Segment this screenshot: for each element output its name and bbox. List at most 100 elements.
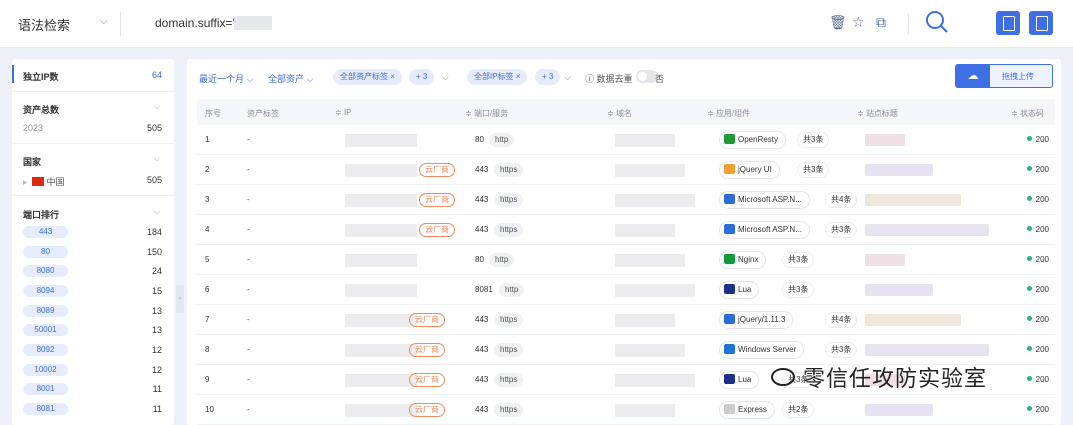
search-icon[interactable]: [924, 9, 950, 35]
app-chip[interactable]: Windows Server: [719, 341, 805, 359]
app-chip[interactable]: Lua: [719, 281, 760, 299]
port-chip[interactable]: 80: [23, 246, 68, 258]
redacted-domain[interactable]: [615, 224, 675, 237]
country-item[interactable]: ▸ 中国: [23, 175, 65, 188]
redacted-domain[interactable]: [615, 134, 675, 147]
port-chip[interactable]: 443: [23, 226, 68, 238]
app-chip[interactable]: jQuery/1.11.3: [719, 311, 794, 329]
table-row[interactable]: 6 - 8081 http Lua 共3条 200: [197, 275, 1055, 305]
table-row[interactable]: 4 - 云厂商 443 https Microsoft ASP.N... 共3条 200: [197, 215, 1055, 245]
row-port[interactable]: 80: [475, 135, 484, 144]
app-chip[interactable]: jQuery UI: [719, 161, 780, 179]
redacted-site-title[interactable]: [865, 254, 905, 266]
asset-tag-filter[interactable]: 全部资产标签 ×: [333, 69, 402, 85]
port-chip[interactable]: 8080: [23, 265, 68, 277]
app-chip[interactable]: Nginx: [719, 251, 767, 269]
redacted-domain[interactable]: [615, 404, 675, 417]
chevron-down-icon[interactable]: ⌵: [100, 16, 108, 27]
port-chip[interactable]: 10002: [23, 364, 68, 376]
chevron-down-icon[interactable]: ⌵: [442, 72, 449, 83]
redacted-ip[interactable]: [345, 164, 417, 177]
header-site-title[interactable]: ≑ 站点标题: [857, 108, 898, 119]
header-status[interactable]: ≑ 状态码: [1011, 108, 1044, 119]
app-total-badge[interactable]: 共3条: [825, 222, 858, 238]
ip-tag-filter[interactable]: 全部IP标签 ×: [467, 69, 528, 85]
redacted-ip[interactable]: [345, 344, 417, 357]
chevron-down-icon[interactable]: ⌵: [564, 72, 571, 83]
redacted-site-title[interactable]: [865, 404, 933, 416]
app-chip[interactable]: Lua: [719, 371, 760, 389]
redacted-domain[interactable]: [615, 194, 695, 207]
app-total-badge[interactable]: 共3条: [782, 252, 815, 268]
app-chip[interactable]: Express: [719, 401, 775, 419]
asset-filter[interactable]: 全部资产 ⌵: [268, 72, 313, 85]
app-total-badge[interactable]: 共3条: [797, 162, 830, 178]
collapse-sidebar-button[interactable]: ‹: [176, 285, 184, 313]
row-port[interactable]: 443: [475, 225, 488, 234]
redacted-site-title[interactable]: [865, 344, 989, 356]
asset-year[interactable]: 2023: [23, 123, 43, 133]
port-chip[interactable]: 8094: [23, 285, 68, 297]
port-chip[interactable]: 8092: [23, 344, 68, 356]
row-port[interactable]: 8081: [475, 285, 493, 294]
app-total-badge[interactable]: 共3条: [825, 342, 858, 358]
port-chip[interactable]: 8081: [23, 403, 68, 415]
redacted-site-title[interactable]: [865, 314, 961, 326]
row-port[interactable]: 443: [475, 405, 488, 414]
app-total-badge[interactable]: 共4条: [825, 192, 858, 208]
app-total-badge[interactable]: 共4条: [825, 312, 858, 328]
app-chip[interactable]: Microsoft ASP.N...: [719, 221, 810, 239]
redacted-domain[interactable]: [615, 254, 685, 267]
redacted-domain[interactable]: [615, 344, 685, 357]
redacted-ip[interactable]: [345, 224, 417, 237]
row-port[interactable]: 443: [475, 345, 488, 354]
redacted-site-title[interactable]: [865, 284, 933, 296]
independent-ip-label[interactable]: 独立IP数: [23, 70, 59, 83]
row-port[interactable]: 443: [475, 375, 488, 384]
header-app[interactable]: ≑ 应用/组件: [707, 108, 750, 119]
port-chip[interactable]: 50001: [23, 324, 68, 336]
expand-icon[interactable]: ▸: [23, 177, 28, 187]
header-ip[interactable]: ≑ IP: [335, 108, 352, 117]
asset-tag-more[interactable]: + 3: [409, 69, 435, 85]
table-row[interactable]: 3 - 云厂商 443 https Microsoft ASP.N... 共4条 200: [197, 185, 1055, 215]
redacted-ip[interactable]: [345, 134, 417, 147]
table-row[interactable]: 2 - 云厂商 443 https jQuery UI 共3条 200: [197, 155, 1055, 185]
table-row[interactable]: 1 - 80 http OpenResty 共3条 200: [197, 125, 1055, 155]
redacted-ip[interactable]: [345, 404, 417, 417]
row-port[interactable]: 443: [475, 195, 488, 204]
app-chip[interactable]: OpenResty: [719, 131, 787, 149]
app-total-badge[interactable]: 共3条: [797, 132, 830, 148]
trash-icon[interactable]: 🗑: [829, 14, 847, 31]
chevron-down-icon[interactable]: ⌵: [154, 154, 160, 164]
drag-upload-button[interactable]: ☁ 拖拽上传: [955, 64, 1053, 88]
redacted-domain[interactable]: [615, 374, 695, 387]
chevron-down-icon[interactable]: ⌵: [154, 207, 160, 217]
export-button[interactable]: [996, 11, 1020, 35]
redacted-domain[interactable]: [615, 284, 695, 297]
star-icon[interactable]: ☆: [852, 14, 865, 31]
redacted-domain[interactable]: [615, 164, 685, 177]
row-port[interactable]: 443: [475, 165, 488, 174]
redacted-site-title[interactable]: [865, 194, 961, 206]
ip-tag-more[interactable]: + 3: [535, 69, 561, 85]
redacted-ip[interactable]: [345, 284, 417, 297]
redacted-site-title[interactable]: [865, 164, 933, 176]
header-port-service[interactable]: ≑ 端口/服务: [465, 108, 508, 119]
app-chip[interactable]: Microsoft ASP.N...: [719, 191, 810, 209]
copy-icon[interactable]: ⧉: [876, 14, 886, 31]
redacted-ip[interactable]: [345, 254, 417, 267]
app-total-badge[interactable]: 共2条: [782, 402, 815, 418]
chevron-down-icon[interactable]: ⌵: [154, 102, 160, 112]
table-row[interactable]: 7 - 云厂商 443 https jQuery/1.11.3 共4条 200: [197, 305, 1055, 335]
table-row[interactable]: 5 - 80 http Nginx 共3条 200: [197, 245, 1055, 275]
row-port[interactable]: 80: [475, 255, 484, 264]
redacted-ip[interactable]: [345, 194, 417, 207]
redacted-ip[interactable]: [345, 314, 417, 327]
redacted-domain[interactable]: [615, 314, 675, 327]
table-row[interactable]: 10 - 云厂商 443 https Express 共2条 200: [197, 395, 1055, 425]
syntax-search-select[interactable]: 语法检索: [18, 15, 70, 34]
report-button[interactable]: [1029, 11, 1053, 35]
row-port[interactable]: 443: [475, 315, 488, 324]
app-total-badge[interactable]: 共3条: [782, 282, 815, 298]
